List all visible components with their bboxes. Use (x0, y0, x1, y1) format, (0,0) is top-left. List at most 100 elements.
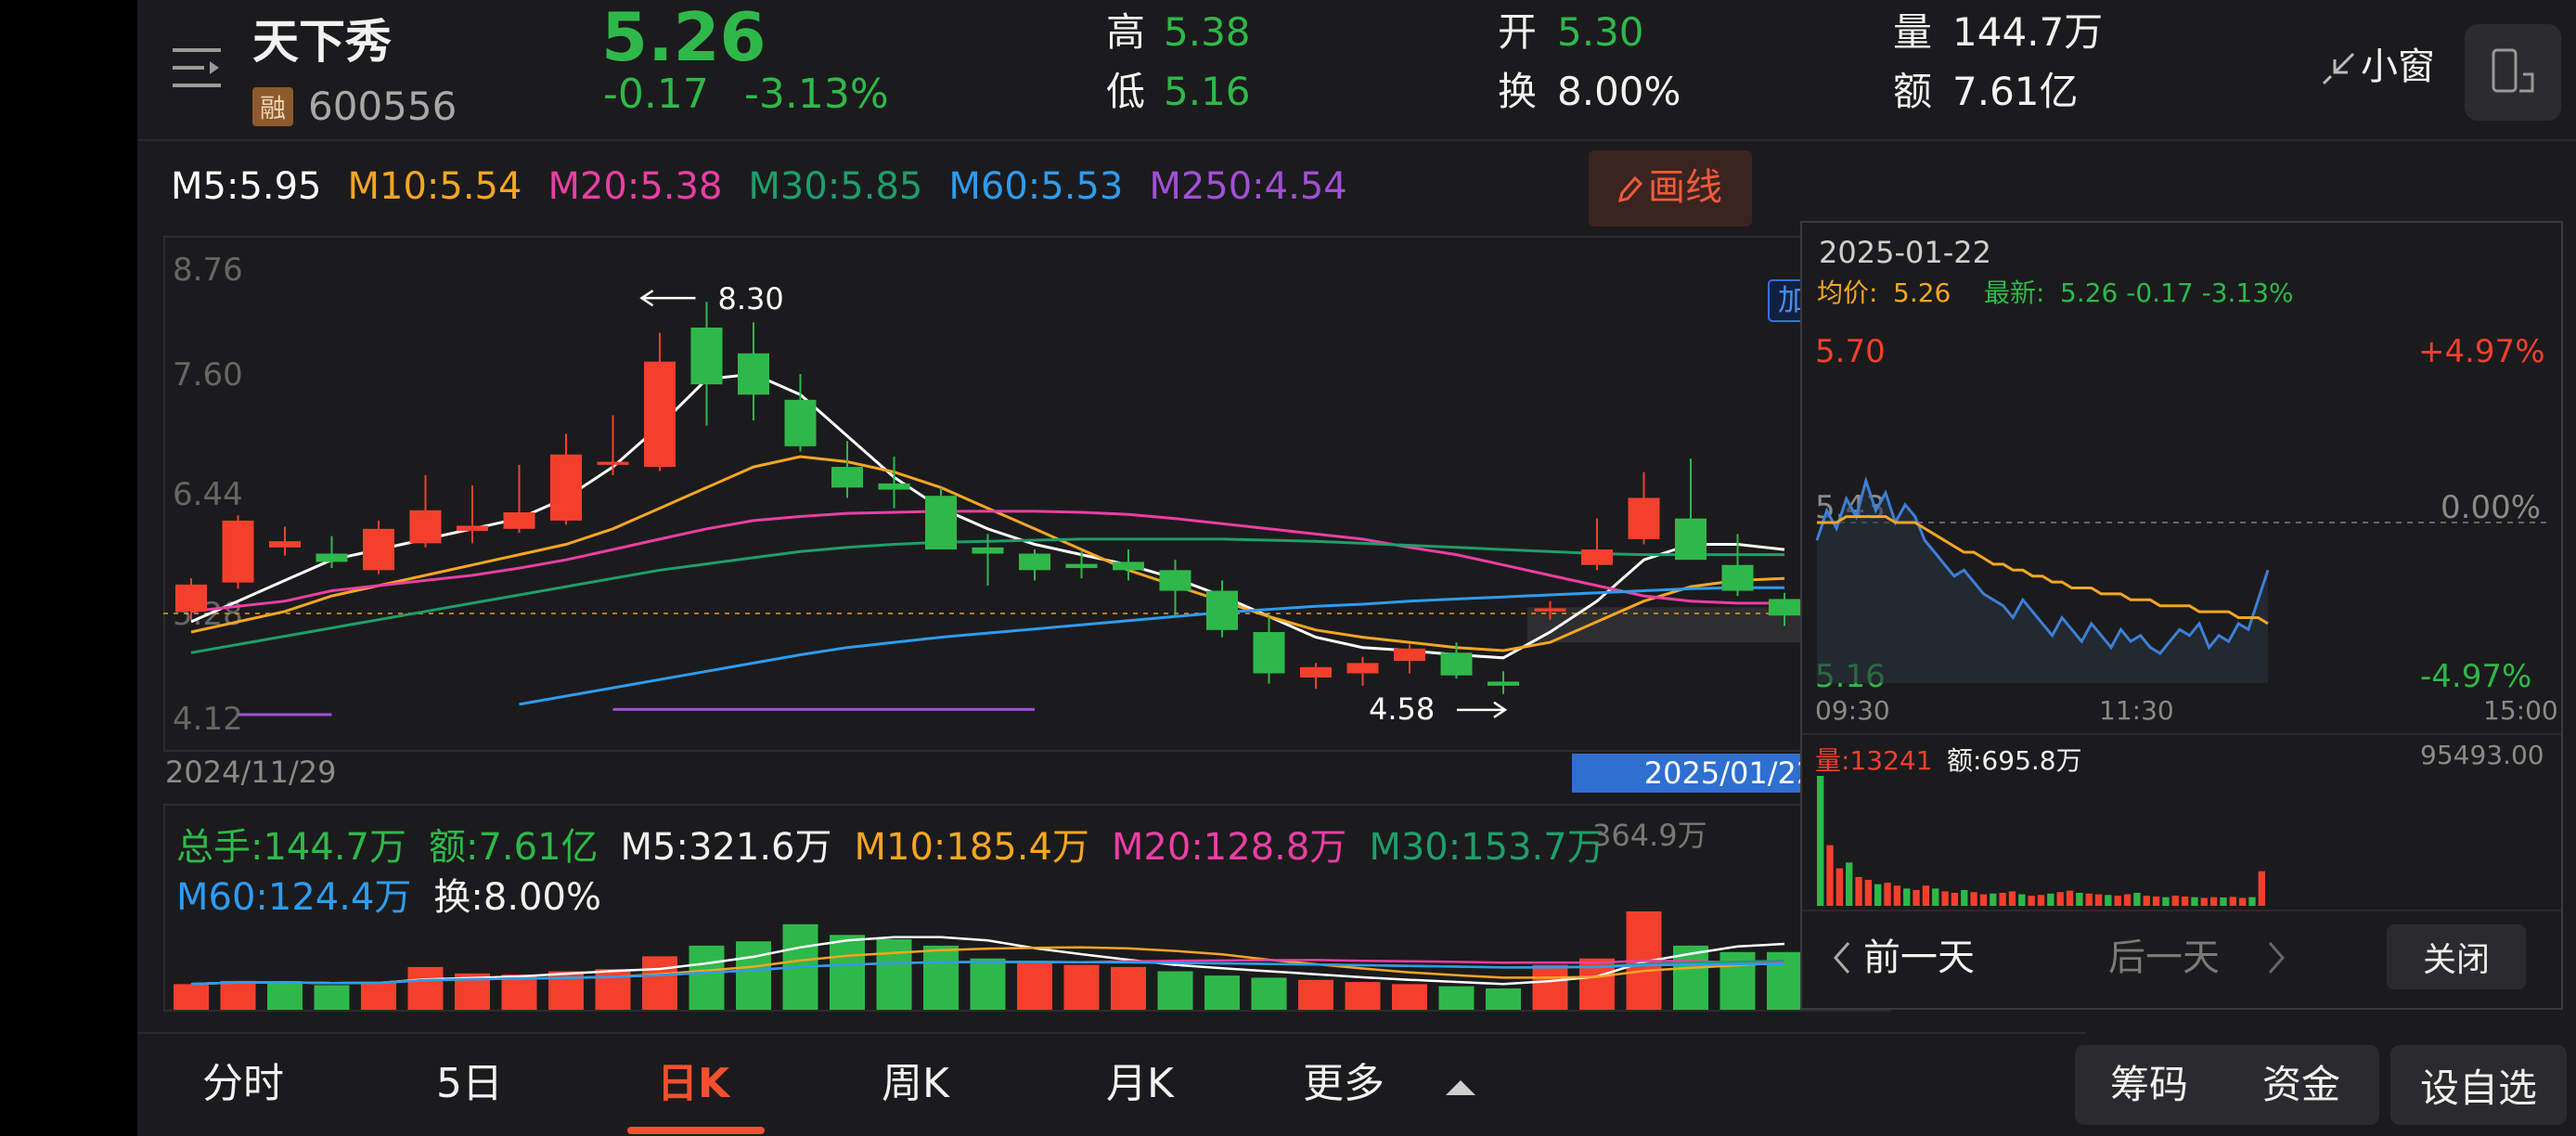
shrink-icon (2322, 52, 2355, 85)
candle-body (925, 496, 957, 550)
intraday-volume-bar (2037, 895, 2045, 906)
volume-bar (1486, 988, 1521, 1010)
draw-line-button[interactable]: 画线 (1589, 150, 1752, 226)
rotate-button[interactable] (2465, 24, 2561, 121)
chart-start-date: 2024/11/29 (165, 755, 337, 790)
intraday-volume-bar (1922, 885, 1930, 906)
volume-bar (361, 982, 396, 1010)
popup-footer-divider (1802, 910, 2561, 911)
chip-distribution-button[interactable]: 筹码 (2110, 1065, 2188, 1104)
candle-body (738, 353, 769, 395)
prev-day-button[interactable]: 前一天 (1826, 928, 2012, 988)
intraday-volume-bar (1903, 888, 1911, 906)
tab-weekly-k[interactable]: 周K (882, 1064, 949, 1104)
candle-body (784, 399, 817, 446)
mini-window-button[interactable]: 小窗 (2320, 46, 2450, 93)
candle-body (269, 541, 301, 548)
popup-latest: 5.26 -0.17 -3.13% (2060, 278, 2294, 308)
margin-badge: 融 (252, 87, 293, 126)
intraday-volume-bar (2047, 893, 2054, 906)
candle-body (222, 520, 254, 583)
intraday-volume-bar (1864, 880, 1873, 906)
volume-m30: M30:153.7万 (1369, 826, 1604, 869)
intraday-volume-bar (2248, 897, 2256, 906)
intraday-volume-bar (2209, 897, 2218, 906)
volume-bar (1345, 982, 1381, 1010)
intraday-volume-bar (1941, 891, 1949, 906)
intraday-volume-bar (1961, 889, 1968, 906)
intraday-volume-bar (2229, 897, 2236, 906)
intraday-volume-bar (2123, 894, 2132, 906)
candle-body (1628, 497, 1660, 539)
intraday-volume-bar (1913, 889, 1920, 906)
volume-bar (876, 938, 912, 1010)
chart-end-date: 2025/01/22 (1643, 755, 1816, 791)
high-value: 5.38 (1164, 9, 1251, 55)
intraday-volume-bar (2220, 897, 2227, 906)
candle-body (363, 528, 394, 571)
intraday-vol-max: 95493.00 (2420, 740, 2544, 770)
tab-intraday[interactable]: 分时 (202, 1064, 284, 1104)
margin-badge-text: 融 (259, 93, 286, 123)
popup-date: 2025-01-22 (1819, 235, 1991, 270)
tab-daily-k[interactable]: 日K (657, 1064, 729, 1104)
intraday-volume-bar (2094, 894, 2103, 906)
candle-body (1534, 608, 1566, 612)
candle-body (1394, 648, 1425, 662)
ma250-legend: M250:4.54 (1149, 165, 1347, 208)
kline-chart[interactable]: 8.767.606.445.284.128.304.58加自选 (163, 236, 1891, 752)
fund-flow-button[interactable]: 资金 (2262, 1065, 2340, 1104)
stock-code: 600556 (308, 84, 457, 129)
candle-body (457, 525, 488, 532)
max-arrow (639, 290, 696, 307)
ma30-legend: M30:5.85 (748, 165, 923, 208)
intraday-volume-bar (2114, 896, 2121, 906)
volume-total: 总手:144.7万 (176, 826, 406, 869)
intraday-volume-bar (1884, 883, 1891, 906)
stock-name: 天下秀 (252, 15, 392, 69)
volume-m10: M10:185.4万 (854, 826, 1089, 869)
candle-body (1159, 570, 1191, 591)
intraday-volume-bar (1970, 892, 1977, 906)
candle-body (1019, 553, 1050, 571)
intraday-mid-pct: 0.00% (2441, 489, 2542, 526)
close-popup-button[interactable]: 关闭 (2387, 924, 2526, 989)
intraday-volume-bar (1826, 845, 1834, 906)
next-day-button[interactable]: 后一天 (2108, 928, 2294, 988)
volume-legend-line1: 总手:144.7万 额:7.61亿 M5:321.6万 M10:185.4万 M… (176, 817, 1604, 871)
volume-bar (1063, 964, 1100, 1010)
volume-bar (736, 941, 771, 1010)
min-arrow (1457, 701, 1508, 718)
volume-bar (174, 984, 209, 1010)
candle-body (1581, 549, 1613, 565)
candle-body (1346, 663, 1379, 674)
candle-body (1721, 564, 1754, 591)
min-price-label: 4.58 (1369, 691, 1435, 727)
intraday-volume-bar (2133, 893, 2141, 906)
chevron-left-icon (1834, 942, 1850, 974)
ma10-legend: M10:5.54 (347, 165, 522, 208)
tab-more[interactable]: 更多 (1303, 1058, 1488, 1114)
tab-monthly-k[interactable]: 月K (1106, 1064, 1174, 1104)
ma-line-m60 (519, 586, 1784, 706)
volume-bar (689, 945, 725, 1010)
menu-icon[interactable] (169, 45, 225, 91)
intraday-volume-bar (2258, 871, 2265, 906)
intraday-volume-chart (1817, 776, 2265, 906)
volume-chart (174, 911, 1802, 1010)
intraday-volume-bar (1855, 876, 1862, 906)
add-watchlist-button[interactable]: 设自选 (2390, 1045, 2567, 1125)
open-label: 开 (1498, 9, 1538, 55)
popup-avg-label: 均价: (1817, 278, 1878, 308)
candle-body (972, 547, 1004, 554)
intraday-volume-bar (2162, 897, 2170, 906)
caret-up-icon (1446, 1080, 1475, 1095)
intraday-divider (1802, 733, 2561, 735)
volume-bar (1532, 964, 1568, 1010)
intraday-time-mid: 11:30 (2099, 695, 2174, 726)
y-tick-label: 7.60 (173, 356, 243, 394)
ma60-legend: M60:5.53 (948, 165, 1124, 208)
candle-body (878, 483, 910, 490)
tab-5day[interactable]: 5日 (436, 1064, 503, 1104)
volume-bar (642, 956, 677, 1010)
